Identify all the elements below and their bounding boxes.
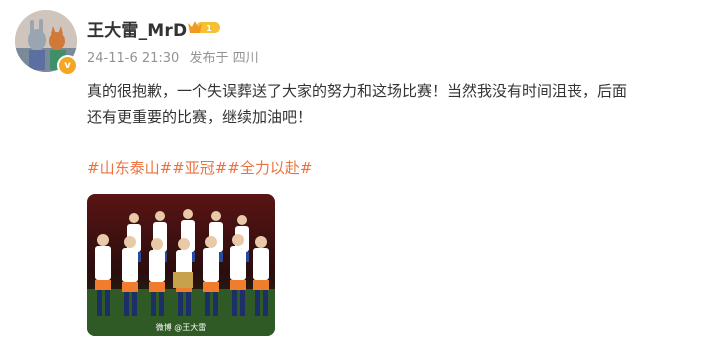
verified-v-icon: v (57, 55, 78, 76)
image-watermark: 微博 @王大雷 (156, 322, 207, 332)
hashtag-afc[interactable]: #亚冠# (172, 159, 227, 177)
post-text: 真的很抱歉，一个失误葬送了大家的努力和这场比赛！当然我没有时间沮丧，后面 还有更… (87, 78, 687, 130)
crown-icon: 1 (188, 21, 220, 33)
vip-level: 1 (206, 24, 212, 33)
post-text-line-1: 真的很抱歉，一个失误葬送了大家的努力和这场比赛！当然我没有时间沮丧，后面 (87, 82, 628, 100)
post-meta: 24-11-6 21:30 发布于 四川 (87, 47, 265, 66)
hashtags: #山东泰山##亚冠##全力以赴# (87, 157, 312, 178)
post-source: 发布于 四川 (189, 51, 259, 66)
hashtag-shandong-taishan[interactable]: #山东泰山# (87, 159, 172, 177)
post-text-line-2: 还有更重要的比赛，继续加油吧！ (87, 108, 313, 126)
hashtag-all-out[interactable]: #全力以赴# (227, 159, 312, 177)
author-name[interactable]: 王大雷_MrD (87, 16, 187, 41)
post-timestamp[interactable]: 24-11-6 21:30 (87, 51, 179, 66)
post-image[interactable]: 微博 @王大雷 (87, 194, 275, 336)
vip-crown-badge[interactable]: 1 (187, 19, 221, 35)
